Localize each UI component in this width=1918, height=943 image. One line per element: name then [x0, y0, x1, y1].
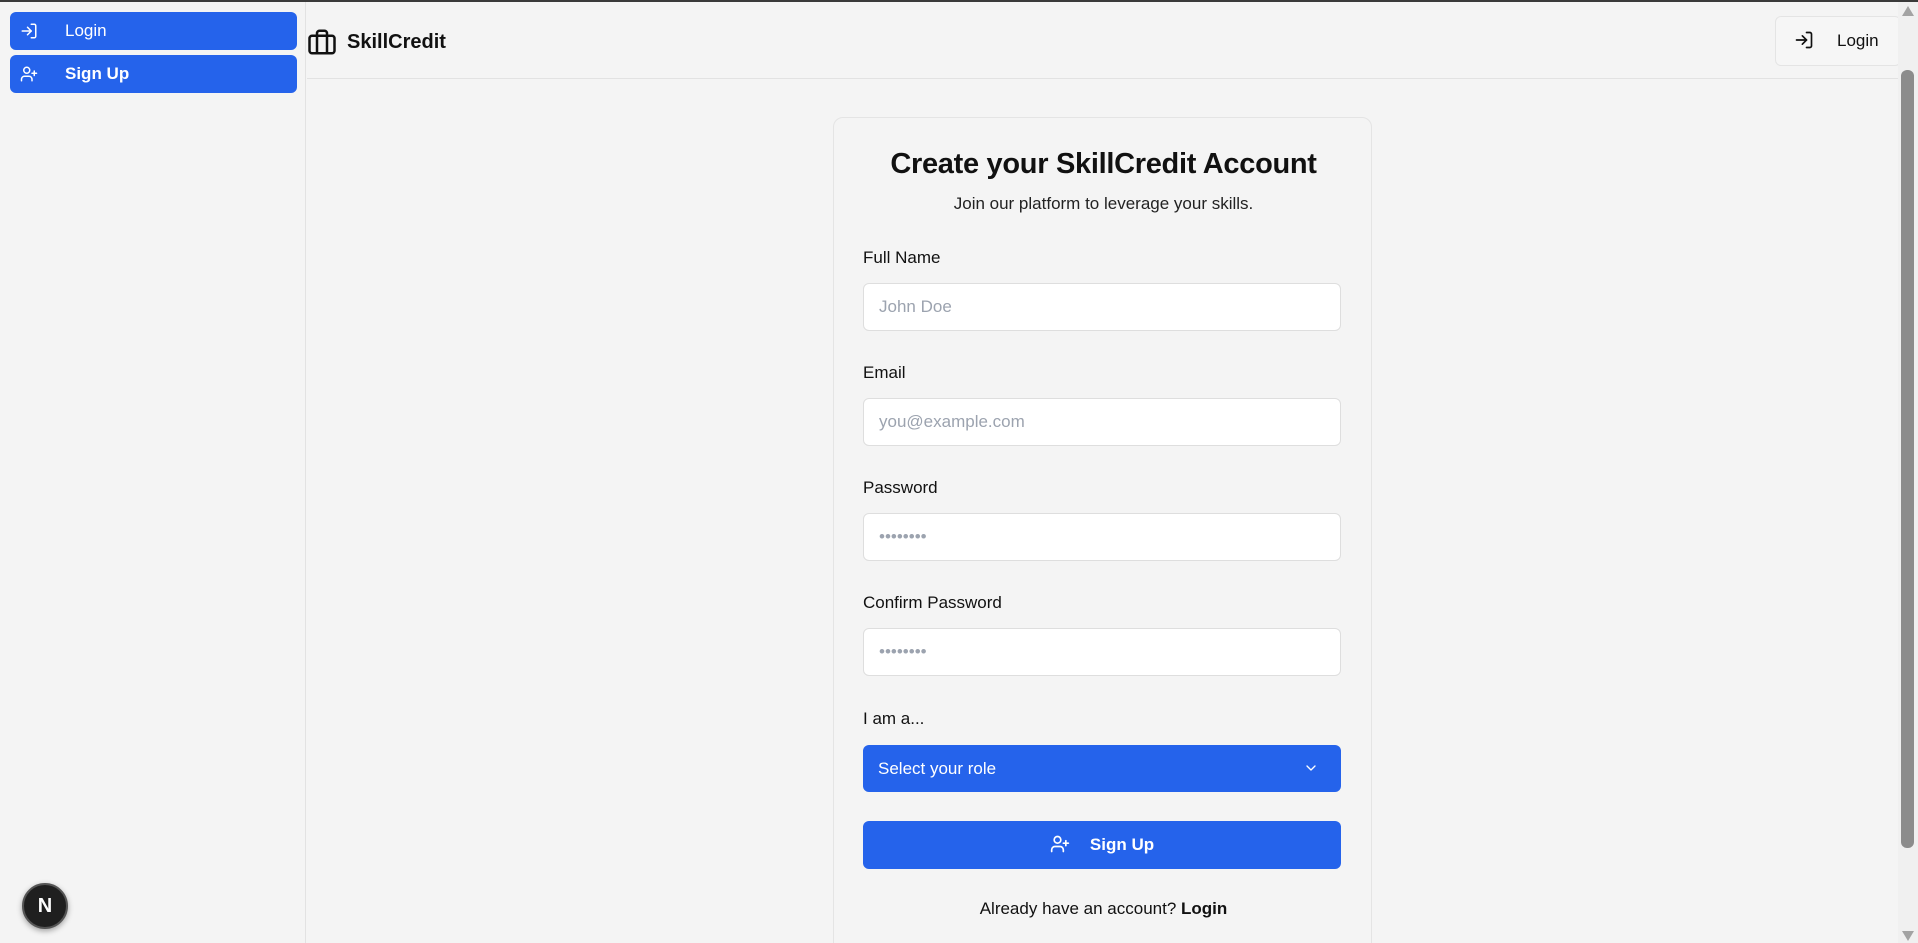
- full-name-input[interactable]: [863, 283, 1341, 331]
- log-in-icon: [18, 20, 40, 42]
- full-name-label: Full Name: [863, 248, 941, 267]
- sign-up-button[interactable]: Sign Up: [863, 821, 1341, 869]
- user-plus-icon: [18, 63, 40, 85]
- email-input[interactable]: [863, 398, 1341, 446]
- email-label: Email: [863, 363, 906, 382]
- brand-name: SkillCredit: [347, 30, 446, 53]
- role-select[interactable]: Select your role: [863, 745, 1341, 792]
- page-title: Create your SkillCredit Account: [890, 148, 1317, 180]
- role-select-value: Select your role: [878, 758, 997, 778]
- top-header: SkillCredit Login: [307, 2, 1901, 79]
- confirm-password-input[interactable]: [863, 628, 1341, 676]
- login-prompt-text: Already have an account?: [979, 899, 1177, 918]
- scroll-thumb[interactable]: [1901, 70, 1914, 848]
- sidebar-item-label: Login: [65, 21, 107, 40]
- login-link[interactable]: Login: [1181, 899, 1227, 918]
- scroll-down-arrow-icon[interactable]: [1902, 931, 1914, 941]
- sidebar-item-sign-up[interactable]: Sign Up: [10, 55, 297, 93]
- page-subtitle: Join our platform to leverage your skill…: [953, 194, 1254, 213]
- login-prompt: Already have an account? Login: [834, 899, 1373, 919]
- header-login-label: Login: [1837, 31, 1879, 50]
- sidebar: Login Sign Up N: [0, 2, 306, 943]
- page-scrollbar[interactable]: [1898, 2, 1918, 943]
- scroll-up-arrow-icon[interactable]: [1902, 6, 1914, 16]
- confirm-password-label: Confirm Password: [863, 593, 1002, 612]
- chevron-down-icon: [1303, 760, 1319, 776]
- brand[interactable]: SkillCredit: [307, 27, 446, 57]
- signup-card: Create your SkillCredit Account Join our…: [833, 117, 1372, 943]
- log-in-icon: [1794, 30, 1816, 52]
- sign-up-button-label: Sign Up: [1089, 835, 1155, 854]
- role-label: I am a...: [863, 709, 925, 728]
- dev-tools-badge[interactable]: N: [22, 883, 68, 929]
- sidebar-item-label: Sign Up: [65, 64, 130, 83]
- header-login-button[interactable]: Login: [1775, 16, 1901, 66]
- sidebar-item-login[interactable]: Login: [10, 12, 297, 50]
- user-plus-icon: [1050, 834, 1072, 856]
- password-input[interactable]: [863, 513, 1341, 561]
- briefcase-icon: [307, 27, 337, 57]
- password-label: Password: [863, 478, 938, 497]
